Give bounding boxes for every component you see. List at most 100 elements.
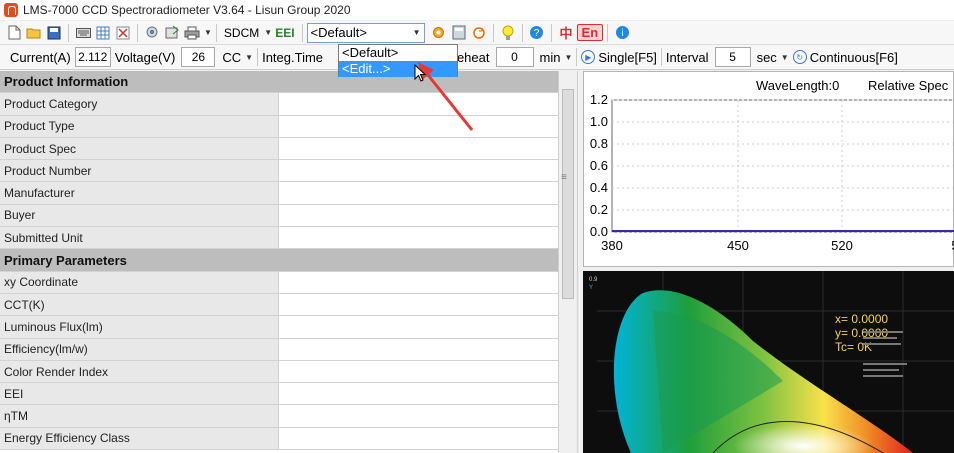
dropdown-option-default[interactable]: <Default> bbox=[339, 45, 457, 61]
profile-select[interactable]: <Default> ▼ bbox=[306, 22, 425, 43]
section-header: Primary Parameters bbox=[0, 249, 558, 272]
language-chinese-button[interactable]: 中 bbox=[556, 23, 577, 42]
parameter-value-cell[interactable] bbox=[279, 293, 558, 316]
keyboard-icon[interactable] bbox=[75, 25, 91, 41]
scrollbar-thumb[interactable] bbox=[562, 89, 574, 299]
cc-dropdown-icon[interactable]: ▼ bbox=[245, 53, 253, 62]
export-icon[interactable] bbox=[164, 25, 180, 41]
relative-spectrum-title: Relative Spec bbox=[868, 78, 949, 93]
open-folder-icon[interactable] bbox=[26, 25, 42, 41]
interval-label: Interval bbox=[665, 49, 709, 65]
sdcm-dropdown-icon[interactable]: ▼ bbox=[264, 28, 272, 37]
min-dropdown-icon[interactable]: ▼ bbox=[564, 53, 572, 62]
mouse-cursor-icon bbox=[414, 64, 427, 82]
language-english-button[interactable]: En bbox=[576, 24, 604, 41]
parameter-value-cell[interactable] bbox=[279, 182, 558, 204]
toolbar-separator bbox=[137, 23, 138, 42]
spectrum-svg: WaveLength:0 Relative Spec 1.2 1.0 0.8 0.6 0… bbox=[590, 78, 954, 253]
preheat-input[interactable]: 0 bbox=[495, 47, 534, 67]
main-toolbar: ▼ SDCM ▼ EEI <Default> ▼ ? 中 En i bbox=[0, 21, 954, 45]
eei-button[interactable]: EEI bbox=[272, 26, 297, 40]
refresh-icon[interactable] bbox=[471, 25, 487, 41]
parameter-value-cell[interactable] bbox=[279, 405, 558, 427]
table-row: Product Spec bbox=[0, 137, 558, 161]
window-title: LMS-7000 CCD Spectroradiometer V3.64 - L… bbox=[23, 3, 351, 17]
y-tick-label: 0.4 bbox=[590, 180, 608, 195]
cc-mode-button[interactable]: CC bbox=[219, 50, 243, 65]
parameter-value-cell[interactable] bbox=[279, 383, 558, 405]
parameter-value-cell[interactable] bbox=[279, 338, 558, 360]
play-icon[interactable]: ▶ bbox=[581, 50, 596, 64]
gear-icon[interactable] bbox=[431, 25, 447, 41]
parameter-label: Submitted Unit bbox=[0, 227, 279, 249]
parameter-value-cell[interactable] bbox=[279, 360, 558, 383]
table-row: Manufacturer bbox=[0, 182, 558, 205]
toolbar-separator bbox=[257, 48, 259, 66]
parameter-label: Luminous Flux(lm) bbox=[0, 316, 279, 338]
y-tick-label: 0.8 bbox=[590, 136, 608, 151]
x-tick-label: 450 bbox=[727, 238, 749, 253]
sec-dropdown-icon[interactable]: ▼ bbox=[781, 53, 789, 62]
splitter-grip-icon[interactable]: ≡ bbox=[561, 172, 567, 183]
profile-select-value: <Default> bbox=[310, 25, 367, 40]
new-file-icon[interactable] bbox=[6, 25, 22, 41]
spectrum-chart: WaveLength:0 Relative Spec 1.2 1.0 0.8 0.6 0… bbox=[583, 71, 954, 267]
parameter-value-cell[interactable] bbox=[279, 316, 558, 338]
print-dropdown-icon[interactable]: ▼ bbox=[204, 28, 212, 37]
parameter-value-cell[interactable] bbox=[279, 160, 558, 182]
continuous-measure-button[interactable]: Continuous[F6] bbox=[810, 50, 898, 65]
sdcm-button[interactable]: SDCM bbox=[221, 26, 262, 40]
table-row: Product Number bbox=[0, 160, 558, 183]
parameter-value-cell[interactable] bbox=[279, 271, 558, 293]
chevron-down-icon[interactable]: ▼ bbox=[413, 28, 421, 37]
svg-text:i: i bbox=[621, 28, 623, 39]
voltage-input[interactable]: 26 bbox=[181, 47, 216, 67]
y-tick-label: 0.0 bbox=[590, 224, 608, 239]
settings-tools-icon[interactable] bbox=[144, 25, 160, 41]
x-tick-label: 380 bbox=[601, 238, 623, 253]
interval-input[interactable]: 5 bbox=[714, 47, 751, 67]
table-icon[interactable] bbox=[95, 25, 111, 41]
single-measure-button[interactable]: Single[F5] bbox=[598, 50, 657, 65]
cie-tc-readout: Tc= 0K bbox=[835, 340, 872, 354]
toolbar-separator bbox=[68, 23, 69, 42]
parameter-label: ηTM bbox=[0, 405, 279, 427]
table-row: Submitted Unit bbox=[0, 227, 558, 250]
save-icon[interactable] bbox=[46, 25, 62, 41]
parameter-value-cell[interactable] bbox=[279, 204, 558, 227]
x-tick-label: 520 bbox=[831, 238, 853, 253]
table-row: Color Render Index bbox=[0, 360, 558, 384]
current-input[interactable]: 2.112 bbox=[74, 47, 111, 67]
parameter-label: Product Category bbox=[0, 93, 279, 115]
min-unit-button[interactable]: min bbox=[538, 50, 563, 65]
lightbulb-icon[interactable] bbox=[500, 25, 516, 41]
table-row: CCT(K) bbox=[0, 293, 558, 317]
vertical-scrollbar[interactable] bbox=[558, 71, 578, 453]
continuous-icon[interactable]: ↻ bbox=[792, 50, 807, 64]
parameter-label: xy Coordinate bbox=[0, 271, 279, 293]
info-icon[interactable]: i bbox=[614, 25, 630, 41]
voltage-label: Voltage(V) bbox=[114, 49, 176, 65]
print-icon[interactable] bbox=[184, 25, 200, 41]
calculator-icon[interactable] bbox=[451, 25, 467, 41]
help-icon[interactable]: ? bbox=[529, 25, 545, 41]
toolbar-separator bbox=[550, 23, 552, 42]
sec-unit-button[interactable]: sec bbox=[755, 50, 779, 65]
parameter-label: Manufacturer bbox=[0, 182, 279, 204]
toolbar-separator bbox=[660, 48, 662, 66]
parameter-label: CCT(K) bbox=[0, 293, 279, 316]
parameter-label: Buyer bbox=[0, 204, 279, 227]
section-header-label: Primary Parameters bbox=[0, 249, 558, 271]
parameter-label: Color Render Index bbox=[0, 360, 279, 383]
y-tick-label: 0.6 bbox=[590, 158, 608, 173]
svg-text:0.9: 0.9 bbox=[589, 277, 598, 283]
parameter-value-cell[interactable] bbox=[279, 427, 558, 450]
delete-table-icon[interactable] bbox=[115, 25, 131, 41]
parameter-label: EEI bbox=[0, 383, 279, 405]
parameter-value-cell[interactable] bbox=[279, 227, 558, 249]
cie-x-readout: x= 0.0000 bbox=[835, 312, 888, 326]
parameter-value-cell[interactable] bbox=[279, 137, 558, 160]
current-label: Current(A) bbox=[10, 49, 71, 65]
table-row: EEI bbox=[0, 383, 558, 406]
parameter-label: Product Number bbox=[0, 160, 279, 182]
